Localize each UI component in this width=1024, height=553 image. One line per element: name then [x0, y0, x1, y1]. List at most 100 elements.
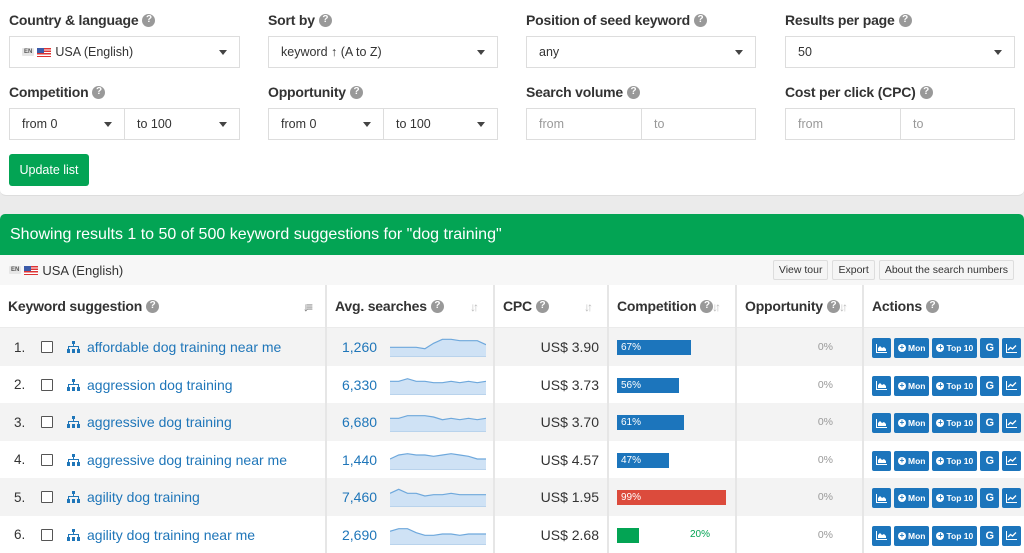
google-search-button[interactable]: G: [980, 413, 1000, 433]
trend-chart-button[interactable]: [1002, 488, 1022, 508]
chart-area-button[interactable]: [872, 488, 891, 508]
add-monitor-button[interactable]: + Mon: [894, 338, 930, 358]
row-checkbox[interactable]: [41, 528, 53, 541]
view-tour-button[interactable]: View tour: [772, 260, 829, 280]
sort-icon[interactable]: ↓↑: [712, 300, 721, 314]
google-search-button[interactable]: G: [980, 450, 1000, 471]
add-top10-button[interactable]: + Top 10: [932, 338, 978, 358]
opportunity-from-select[interactable]: from 0: [268, 108, 384, 140]
sort-icon[interactable]: ↓↑: [584, 300, 593, 314]
row-checkbox[interactable]: [41, 453, 53, 466]
avg-searches-value[interactable]: 6,330: [342, 366, 377, 404]
help-icon[interactable]: ?: [92, 85, 106, 99]
competition-to-select[interactable]: to 100: [124, 108, 240, 140]
trend-chart-button[interactable]: [1002, 525, 1022, 546]
sparkline-area: [390, 378, 486, 394]
column-header-avg-searches[interactable]: Avg. searches? ↓↑: [327, 285, 494, 327]
opportunity-to-select[interactable]: to 100: [383, 108, 498, 140]
competition-from-select[interactable]: from 0: [9, 108, 125, 140]
help-icon[interactable]: ?: [919, 85, 933, 99]
add-monitor-button[interactable]: + Mon: [894, 450, 930, 471]
about-search-numbers-button[interactable]: About the search numbers: [878, 260, 1014, 280]
trend-chart-button[interactable]: [1002, 450, 1022, 471]
sort-by-select[interactable]: keyword ↑ (A to Z): [268, 36, 498, 68]
add-monitor-button[interactable]: + Mon: [894, 375, 930, 396]
help-icon[interactable]: ?: [627, 85, 640, 99]
add-top10-button[interactable]: + Top 10: [932, 413, 978, 433]
help-icon[interactable]: ?: [898, 13, 912, 27]
keyword-link[interactable]: aggressive dog training near me: [87, 441, 287, 479]
help-icon[interactable]: ?: [535, 299, 549, 313]
hierarchy-icon[interactable]: [67, 378, 80, 391]
add-top10-button[interactable]: + Top 10: [932, 450, 978, 471]
avg-searches-value[interactable]: 1,260: [342, 328, 377, 366]
help-icon[interactable]: ?: [925, 299, 939, 313]
sort-icon[interactable]: ↓↑: [839, 300, 848, 314]
column-header-keyword[interactable]: Keyword suggestion? ↓≡: [0, 285, 326, 327]
add-monitor-button[interactable]: + Mon: [894, 413, 930, 433]
column-header-cpc[interactable]: CPC? ↓↑: [495, 285, 607, 327]
avg-searches-value[interactable]: 6,680: [342, 403, 377, 441]
chart-area-button[interactable]: [872, 450, 891, 471]
plus-circle-icon: +: [936, 418, 945, 427]
placeholder: from: [539, 117, 564, 131]
cpc-to-input[interactable]: to: [900, 108, 1015, 140]
hierarchy-icon[interactable]: [67, 453, 80, 466]
keyword-link[interactable]: affordable dog training near me: [87, 328, 281, 366]
column-header-competition[interactable]: Competition? ↓↑: [609, 285, 735, 327]
avg-searches-value[interactable]: 1,440: [342, 441, 377, 479]
add-top10-button[interactable]: + Top 10: [932, 525, 978, 546]
seed-position-select[interactable]: any: [526, 36, 756, 68]
column-header-opportunity[interactable]: Opportunity? ↓↑: [737, 285, 862, 327]
chart-area-button[interactable]: [872, 375, 891, 396]
keyword-link[interactable]: agility dog training: [87, 478, 200, 516]
results-per-page-select[interactable]: 50: [785, 36, 1015, 68]
country-language-select[interactable]: EN USA (English): [9, 36, 240, 68]
add-top10-button[interactable]: + Top 10: [932, 488, 978, 508]
help-icon[interactable]: ?: [142, 13, 156, 27]
search-volume-from-input[interactable]: from: [526, 108, 642, 140]
help-icon[interactable]: ?: [318, 13, 332, 27]
trend-chart-button[interactable]: [1002, 375, 1022, 396]
sort-asc-icon[interactable]: ↓≡: [303, 300, 313, 314]
row-checkbox[interactable]: [41, 378, 53, 391]
hierarchy-icon[interactable]: [67, 341, 80, 353]
help-icon[interactable]: ?: [349, 85, 363, 99]
help-icon[interactable]: ?: [430, 299, 444, 313]
help-icon[interactable]: ?: [694, 13, 708, 27]
cpc-value: US$ 1.95: [540, 489, 599, 505]
keyword-link[interactable]: agility dog training near me: [87, 516, 255, 553]
row-checkbox[interactable]: [41, 416, 53, 428]
avg-searches-value[interactable]: 7,460: [342, 478, 377, 516]
keyword-link[interactable]: aggressive dog training: [87, 403, 232, 441]
add-monitor-button[interactable]: + Mon: [894, 488, 930, 508]
hierarchy-icon[interactable]: [67, 528, 80, 541]
cpc-from-input[interactable]: from: [785, 108, 901, 140]
trend-chart-button[interactable]: [1002, 413, 1022, 433]
sort-icon[interactable]: ↓↑: [470, 300, 479, 314]
keyword-link[interactable]: aggression dog training: [87, 366, 233, 404]
chart-area-button[interactable]: [872, 338, 891, 358]
us-flag-icon: [37, 47, 52, 57]
chart-area-button[interactable]: [872, 525, 891, 546]
add-monitor-button[interactable]: + Mon: [894, 525, 930, 546]
help-icon[interactable]: ?: [146, 299, 160, 313]
hierarchy-icon[interactable]: [67, 416, 80, 428]
chart-area-button[interactable]: [872, 413, 891, 433]
trend-chart-button[interactable]: [1002, 338, 1022, 358]
google-search-button[interactable]: G: [980, 488, 1000, 508]
row-checkbox[interactable]: [41, 341, 53, 353]
google-search-button[interactable]: G: [980, 375, 1000, 396]
google-search-button[interactable]: G: [980, 525, 1000, 546]
add-top10-button[interactable]: + Top 10: [932, 375, 978, 396]
hierarchy-icon[interactable]: [67, 491, 80, 503]
search-volume-to-input[interactable]: to: [641, 108, 756, 140]
row-checkbox[interactable]: [41, 491, 53, 503]
export-button[interactable]: Export: [832, 260, 875, 280]
plus-circle-icon: +: [936, 380, 945, 390]
avg-searches-value[interactable]: 2,690: [342, 516, 377, 553]
help-icon[interactable]: ?: [826, 299, 840, 313]
column-divider: [862, 285, 864, 553]
update-list-button[interactable]: Update list: [9, 154, 89, 186]
google-search-button[interactable]: G: [980, 338, 1000, 358]
